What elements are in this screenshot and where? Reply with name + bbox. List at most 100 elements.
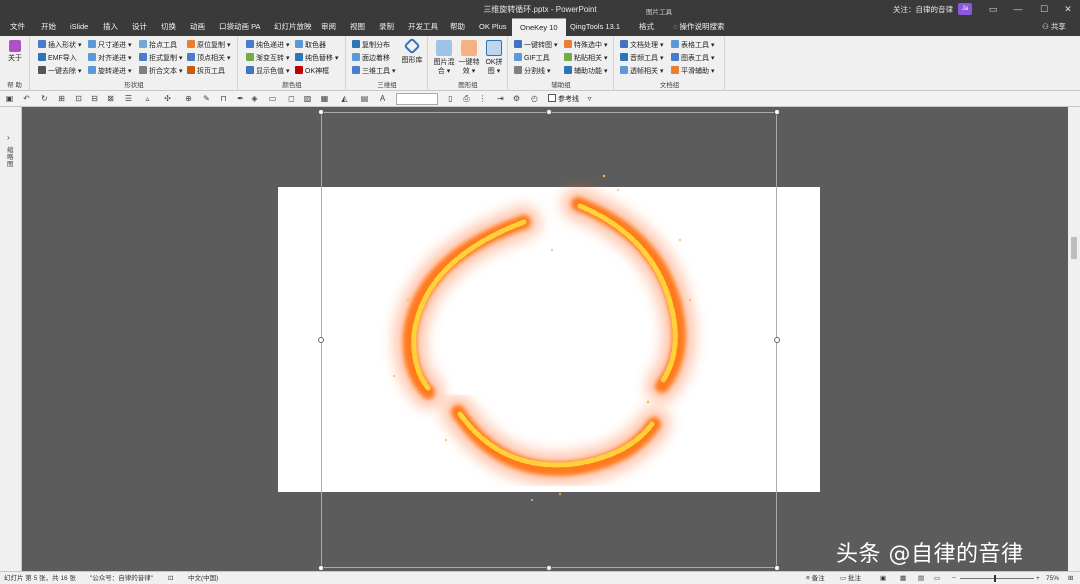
fit-to-window-icon[interactable]: ⊞: [1068, 574, 1073, 583]
to-image-button[interactable]: 一键转图 ▾: [514, 40, 557, 51]
resize-handle-top-left[interactable]: [318, 109, 324, 115]
tab-record[interactable]: 录制: [379, 18, 394, 36]
eyedropper-qat-icon[interactable]: ✎: [202, 94, 211, 103]
tab-qingtools[interactable]: QingTools 13.1: [570, 18, 620, 36]
zoom-in-icon[interactable]: +: [1036, 574, 1040, 583]
tab-ok-plus[interactable]: OK Plus: [479, 18, 507, 36]
table-tools-button[interactable]: 表格工具 ▾: [671, 40, 714, 51]
shape-library-button[interactable]: 图形库: [401, 37, 423, 65]
tab-home[interactable]: 开始: [41, 18, 56, 36]
language-status[interactable]: 中文(中国): [188, 574, 218, 583]
customize-qat-icon[interactable]: ▿: [585, 94, 594, 103]
spacing-icon[interactable]: ⇥: [496, 94, 505, 103]
undo-icon[interactable]: ↶: [22, 94, 31, 103]
tab-insert[interactable]: 插入: [103, 18, 118, 36]
font-size-input[interactable]: [396, 93, 438, 105]
frame-related-button[interactable]: 透帧相关 ▾: [620, 66, 663, 77]
font-color-qat-icon[interactable]: ◭: [340, 94, 349, 103]
image-blend-button[interactable]: 图片混合 ▾: [432, 40, 456, 76]
resize-handle-top-right[interactable]: [774, 109, 780, 115]
gradient-swap-button[interactable]: 渐变互转 ▾: [246, 53, 289, 64]
tab-help[interactable]: 帮助: [450, 18, 465, 36]
fill-icon[interactable]: ◈: [250, 94, 259, 103]
tab-pocket-animation[interactable]: 口袋动画 PA: [219, 18, 261, 36]
tab-slideshow[interactable]: 幻灯片放映: [274, 18, 312, 36]
vertical-scrollbar[interactable]: [1068, 107, 1080, 571]
emf-import-button[interactable]: EMF导入: [38, 53, 77, 64]
show-color-value-button[interactable]: 显示色值 ▾: [246, 66, 289, 77]
ok-collage-button[interactable]: OK拼图 ▾: [482, 40, 506, 76]
close-icon[interactable]: ✕: [1060, 2, 1076, 16]
tab-file[interactable]: 文件: [10, 18, 25, 36]
tab-view[interactable]: 视图: [350, 18, 365, 36]
share-button[interactable]: ⚇ 共享: [1042, 18, 1066, 36]
zoom-level[interactable]: 75%: [1046, 574, 1059, 583]
timer-icon[interactable]: ◴: [530, 94, 539, 103]
vertex-button[interactable]: 顶点相关 ▾: [187, 53, 230, 64]
face-edge-button[interactable]: 面边着移: [352, 53, 390, 64]
align-tool-icon[interactable]: ☰: [124, 94, 133, 103]
copy-distribute-button[interactable]: 复制分布: [352, 40, 390, 51]
ribbon-display-icon[interactable]: ▭: [985, 2, 1001, 16]
distribute-icon[interactable]: ▵: [143, 94, 152, 103]
ok-frame-button[interactable]: OK神框: [295, 66, 329, 77]
animation-pane-icon[interactable]: ⚙: [512, 94, 521, 103]
about-button[interactable]: 关于: [4, 40, 26, 63]
maximize-icon[interactable]: ☐: [1036, 2, 1052, 16]
image-qat-icon[interactable]: ▦: [320, 94, 329, 103]
save-icon[interactable]: ▣: [5, 94, 14, 103]
reading-view-icon[interactable]: ▤: [918, 574, 924, 583]
divider-button[interactable]: 分割线 ▾: [514, 66, 550, 77]
chart-tools-button[interactable]: 图表工具 ▾: [671, 53, 714, 64]
array-copy-button[interactable]: 拒式复制 ▾: [139, 53, 182, 64]
3d-tools-button[interactable]: 三维工具 ▾: [352, 66, 395, 77]
tab-design[interactable]: 设计: [132, 18, 147, 36]
color-picker-button[interactable]: 取色器: [295, 40, 326, 51]
rotate-step-button[interactable]: 旋转递进 ▾: [88, 66, 131, 77]
notes-button[interactable]: ≡ 备注: [806, 574, 825, 583]
solid-step-button[interactable]: 纯色递进 ▾: [246, 40, 289, 51]
comments-button[interactable]: ▭ 批注: [840, 574, 861, 583]
tab-islide[interactable]: iSlide: [70, 18, 88, 36]
resize-handle-top[interactable]: [546, 109, 552, 115]
resize-handle-right[interactable]: [774, 337, 780, 343]
text-tool-icon[interactable]: ⊠: [106, 94, 115, 103]
zoom-slider-thumb[interactable]: [994, 575, 996, 582]
minimize-icon[interactable]: —: [1010, 2, 1026, 16]
insert-shape-button[interactable]: 插入形状 ▾: [38, 40, 81, 51]
paste-button[interactable]: 粘贴相关 ▾: [564, 53, 607, 64]
in-place-copy-button[interactable]: 原位复制 ▾: [187, 40, 230, 51]
bold-icon[interactable]: ▯: [446, 94, 455, 103]
split-page-button[interactable]: 拆页工具: [187, 66, 225, 77]
resize-handle-left[interactable]: [318, 337, 324, 343]
tab-animations[interactable]: 动画: [190, 18, 205, 36]
pen-icon[interactable]: ✒: [236, 94, 245, 103]
image-tool-icon[interactable]: ⊟: [90, 94, 99, 103]
audio-tools-button[interactable]: 音频工具 ▾: [620, 53, 663, 64]
doc-process-button[interactable]: 文档处理 ▾: [620, 40, 663, 51]
tab-onekey[interactable]: OneKey 10: [512, 18, 566, 36]
smooth-aid-button[interactable]: 平滑辅助 ▾: [671, 66, 714, 77]
aux-function-button[interactable]: 辅助功能 ▾: [564, 66, 607, 77]
slide-sorter-icon[interactable]: ▦: [900, 574, 906, 583]
tab-developer[interactable]: 开发工具: [408, 18, 438, 36]
solid-move-button[interactable]: 纯色替移 ▾: [295, 53, 338, 64]
font-size-icon[interactable]: A: [378, 94, 387, 103]
insert-shape-qat-icon[interactable]: ◻: [287, 94, 296, 103]
align-step-button[interactable]: 对齐递进 ▾: [88, 53, 131, 64]
normal-view-icon[interactable]: ▣: [880, 574, 886, 583]
picture-qat-icon[interactable]: ▨: [303, 94, 312, 103]
one-click-remove-button[interactable]: 一键去除 ▾: [38, 66, 81, 77]
shape-tool-icon[interactable]: ⊡: [74, 94, 83, 103]
zoom-out-icon[interactable]: −: [952, 574, 956, 583]
tell-me-search[interactable]: ◌ 操作说明搜索: [673, 18, 725, 36]
gif-tools-button[interactable]: GIF工具: [514, 53, 550, 64]
reference-line-checkbox[interactable]: [548, 94, 556, 102]
scrollbar-thumb[interactable]: [1071, 237, 1077, 259]
special-select-button[interactable]: 特殊选中 ▾: [564, 40, 607, 51]
redo-icon[interactable]: ↻: [40, 94, 49, 103]
table-qat-icon[interactable]: ▤: [360, 94, 369, 103]
one-click-effect-button[interactable]: 一键特效 ▾: [457, 40, 481, 76]
pick-point-button[interactable]: 拾点工具: [139, 40, 177, 51]
format-painter-icon[interactable]: ⊞: [57, 94, 66, 103]
